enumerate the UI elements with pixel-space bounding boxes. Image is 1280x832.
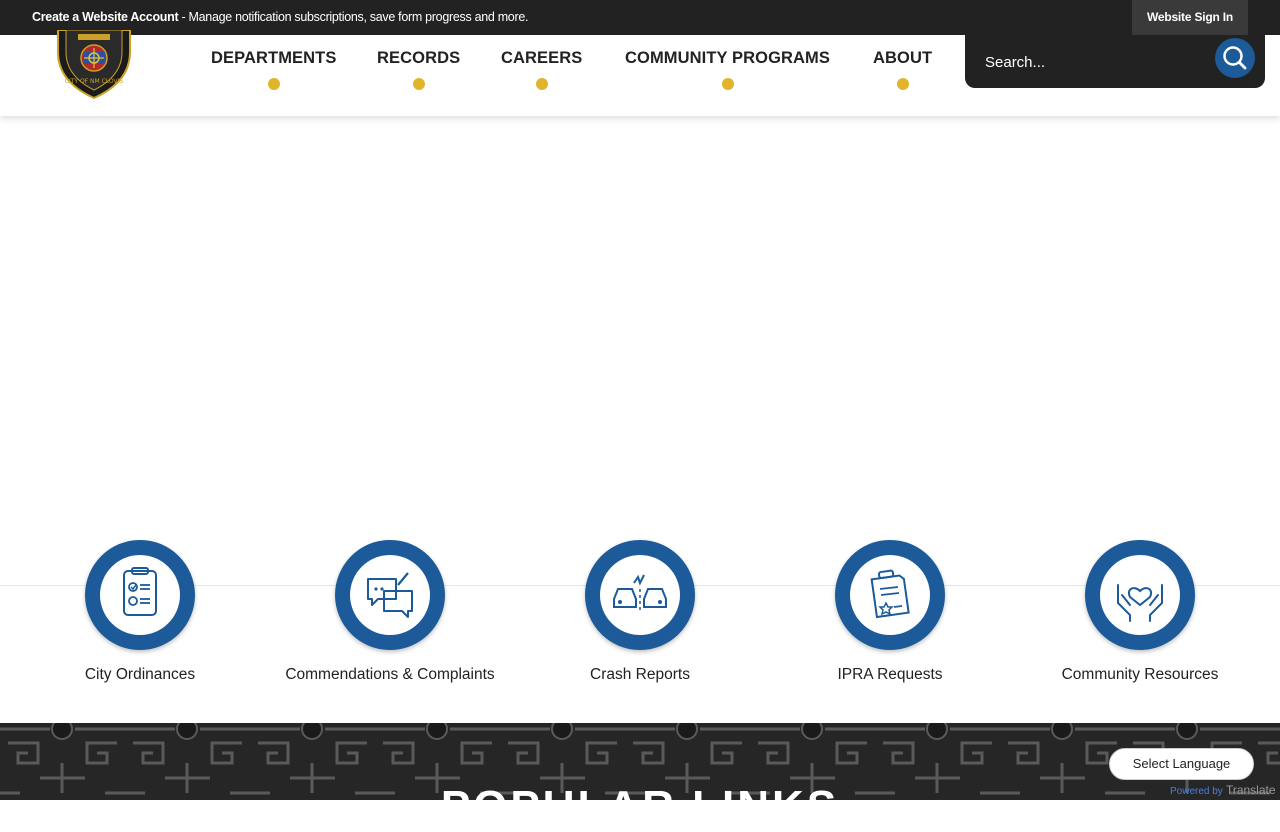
nav-dot	[267, 78, 280, 90]
city-seal-logo[interactable]: CITY OF NM CLOVIS	[56, 29, 132, 100]
quick-link-circle	[1085, 540, 1195, 650]
quick-link-city-ordinances[interactable]: City Ordinances	[20, 540, 260, 684]
quick-link-community-resources[interactable]: Community Resources	[1020, 540, 1260, 684]
select-language-dropdown[interactable]: Select Language	[1109, 748, 1254, 780]
nav-dot	[896, 78, 909, 90]
document-request-icon	[870, 569, 910, 619]
nav-about[interactable]: ABOUT	[873, 49, 932, 90]
car-crash-icon	[613, 574, 667, 611]
nav-records[interactable]: RECORDS	[377, 49, 460, 90]
quick-link-circle	[585, 540, 695, 650]
quick-link-commendations-complaints[interactable]: Commendations & Complaints	[270, 540, 510, 684]
quick-link-label: Crash Reports	[590, 666, 690, 683]
nav-dot	[412, 78, 425, 90]
search-button[interactable]	[1215, 38, 1255, 78]
nav-careers[interactable]: CAREERS	[501, 49, 582, 90]
quick-link-label: Community Resources	[1061, 666, 1219, 683]
nav-departments[interactable]: DEPARTMENTS	[211, 49, 336, 90]
chat-bubbles-icon	[367, 572, 413, 618]
popular-links-heading: POPULAR LINKS	[440, 782, 840, 831]
clipboard-checklist-icon	[123, 567, 157, 616]
nav-community-programs-label: COMMUNITY PROGRAMS	[625, 49, 830, 67]
select-language-label: Select Language	[1132, 756, 1231, 771]
quick-link-circle	[85, 540, 195, 650]
nav-about-label: ABOUT	[873, 49, 933, 67]
search-input[interactable]	[985, 48, 1205, 76]
quick-link-label: Commendations & Complaints	[285, 666, 495, 683]
create-account-link[interactable]: Create a Website Account	[32, 10, 179, 24]
search-box	[965, 35, 1265, 88]
quick-link-crash-reports[interactable]: Crash Reports	[520, 540, 760, 684]
nav-dot	[535, 78, 548, 90]
nav-community-programs[interactable]: COMMUNITY PROGRAMS	[625, 49, 830, 90]
account-message-text: - Manage notification subscriptions, sav…	[178, 10, 529, 24]
website-sign-in-button[interactable]: Website Sign In	[1132, 0, 1248, 35]
quick-link-label: IPRA Requests	[837, 666, 943, 683]
hands-heart-icon	[1117, 584, 1163, 622]
site-header: CITY OF NM CLOVIS DEPARTMENTS RECORDS CA…	[0, 29, 1280, 116]
quick-link-circle	[835, 540, 945, 650]
quick-link-ipra-requests[interactable]: IPRA Requests	[770, 540, 1010, 684]
nav-dot	[721, 78, 734, 90]
search-icon	[1223, 46, 1247, 70]
powered-by-label: Powered by	[1170, 786, 1223, 797]
google-translate-attribution: Powered by Translate	[1170, 783, 1276, 797]
top-account-bar: Create a Website Account - Manage notifi…	[0, 0, 1280, 35]
account-message: Create a Website Account - Manage notifi…	[32, 10, 528, 24]
nav-departments-label: DEPARTMENTS	[211, 49, 337, 67]
logo-text: CITY OF NM CLOVIS	[65, 78, 124, 85]
quick-link-circle	[335, 540, 445, 650]
nav-records-label: RECORDS	[377, 49, 461, 67]
quick-link-label: City Ordinances	[84, 666, 196, 683]
translate-label: Translate	[1225, 783, 1276, 797]
nav-careers-label: CAREERS	[501, 49, 583, 67]
